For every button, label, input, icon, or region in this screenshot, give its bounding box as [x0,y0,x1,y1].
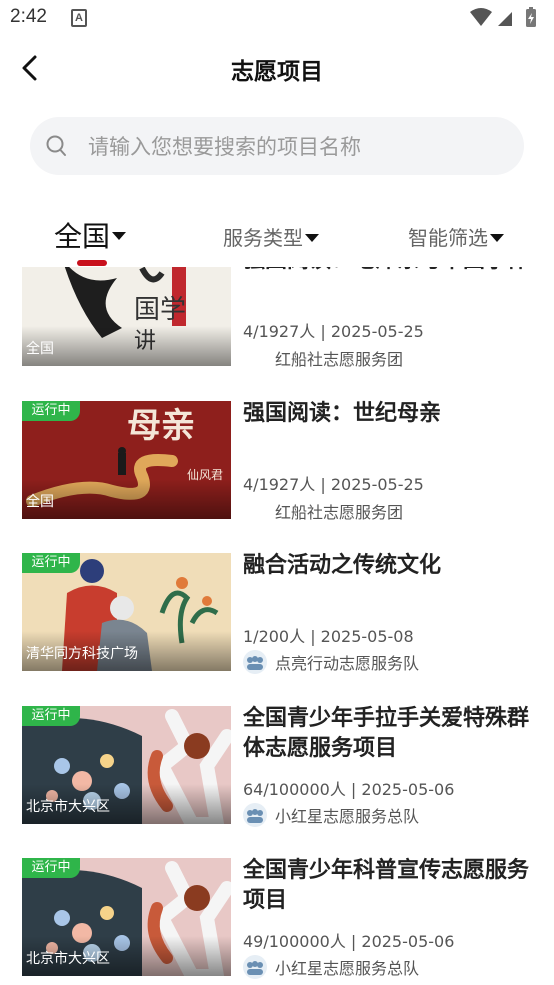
filter-service-type-label: 服务类型 [223,226,303,250]
organization-name: 红船社志愿服务团 [275,350,404,369]
project-card[interactable]: 运行中 清华同方科技广场 融合活动之传统文化 1/200人 | 2025-05-… [22,553,542,674]
project-title: 强国阅读：毛泽东与中国字体 [243,267,543,276]
svg-text:国学: 国学 [134,295,186,325]
project-card[interactable]: 运行中 北京市大兴区 全国青少年科普宣传志愿服务项目 49/100000人 | … [22,858,542,979]
location-label: 清华同方科技广场 [26,646,138,662]
location-label: 全国 [26,494,54,510]
organization-avatar [243,650,267,674]
filter-bar: 全国 服务类型 智能筛选 [0,205,554,267]
organization-name: 小红星志愿服务总队 [275,959,420,978]
organization-name: 红船社志愿服务团 [275,503,404,522]
active-tab-indicator [77,260,107,266]
project-title: 强国阅读：世纪母亲 [243,401,442,426]
search-placeholder: 请输入您想要搜索的项目名称 [88,135,361,159]
filter-smart-label: 智能筛选 [408,226,488,250]
project-list[interactable]: 国学 讲 全国 强国阅读：毛泽东与中国字体 4/1927人 | 2025-05-… [0,267,554,985]
project-meta: 4/1927人 | 2025-05-25 [243,475,424,494]
navigation-bar: 志愿项目 [0,40,554,96]
search-icon [46,134,68,162]
project-title: 全国青少年科普宣传志愿服务项目 [243,858,530,913]
caret-down-icon [490,233,504,242]
svg-text:母亲: 母亲 [127,406,195,446]
location-label: 全国 [26,341,54,357]
project-organization: 红船社志愿服务团 [275,346,403,370]
project-title: 融合活动之传统文化 [243,553,442,578]
caret-down-icon [112,232,127,240]
filter-smart[interactable]: 智能筛选 [408,222,504,251]
project-organization: 红船社志愿服务团 [275,499,403,523]
search-input[interactable]: 请输入您想要搜索的项目名称 [30,117,524,175]
status-icons [468,6,544,30]
status-badge: 运行中 [22,553,80,573]
notification-icon: A [71,9,87,27]
project-organization: 小红星志愿服务总队 [243,955,419,979]
project-meta: 1/200人 | 2025-05-08 [243,627,414,646]
filter-region-label: 全国 [54,220,111,253]
filter-region[interactable]: 全国 [54,215,127,255]
status-badge: 运行中 [22,706,80,726]
project-organization: 点亮行动志愿服务队 [243,650,419,674]
status-badge: 运行中 [22,858,80,878]
project-card[interactable]: 运行中 北京市大兴区 全国青少年手拉手关爱特殊群体志愿服务项目 64/10000… [22,706,542,827]
status-badge: 运行中 [22,401,80,421]
project-card[interactable]: 国学 讲 全国 强国阅读：毛泽东与中国字体 4/1927人 | 2025-05-… [22,267,543,369]
organization-name: 点亮行动志愿服务队 [275,654,420,673]
location-label: 北京市大兴区 [26,951,110,967]
project-organization: 小红星志愿服务总队 [243,803,419,827]
organization-name: 小红星志愿服务总队 [275,807,420,826]
organization-avatar [243,803,267,827]
project-meta: 64/100000人 | 2025-05-06 [243,780,455,799]
location-label: 北京市大兴区 [26,799,110,815]
caret-down-icon [305,233,319,242]
project-meta: 49/100000人 | 2025-05-06 [243,932,455,951]
project-meta: 4/1927人 | 2025-05-25 [243,322,424,341]
project-title: 全国青少年手拉手关爱特殊群体志愿服务项目 [243,706,530,761]
organization-avatar [243,955,267,979]
status-bar: 2:42 A [0,0,554,38]
project-card[interactable]: 母亲 仙风君 运行中 全国 强国阅读：世纪母亲 4/1927人 | 2025-0… [22,401,542,522]
filter-service-type[interactable]: 服务类型 [223,222,319,251]
page-title: 志愿项目 [231,59,323,85]
wifi-signal-battery-icon [470,7,536,27]
status-time: 2:42 [10,6,47,27]
